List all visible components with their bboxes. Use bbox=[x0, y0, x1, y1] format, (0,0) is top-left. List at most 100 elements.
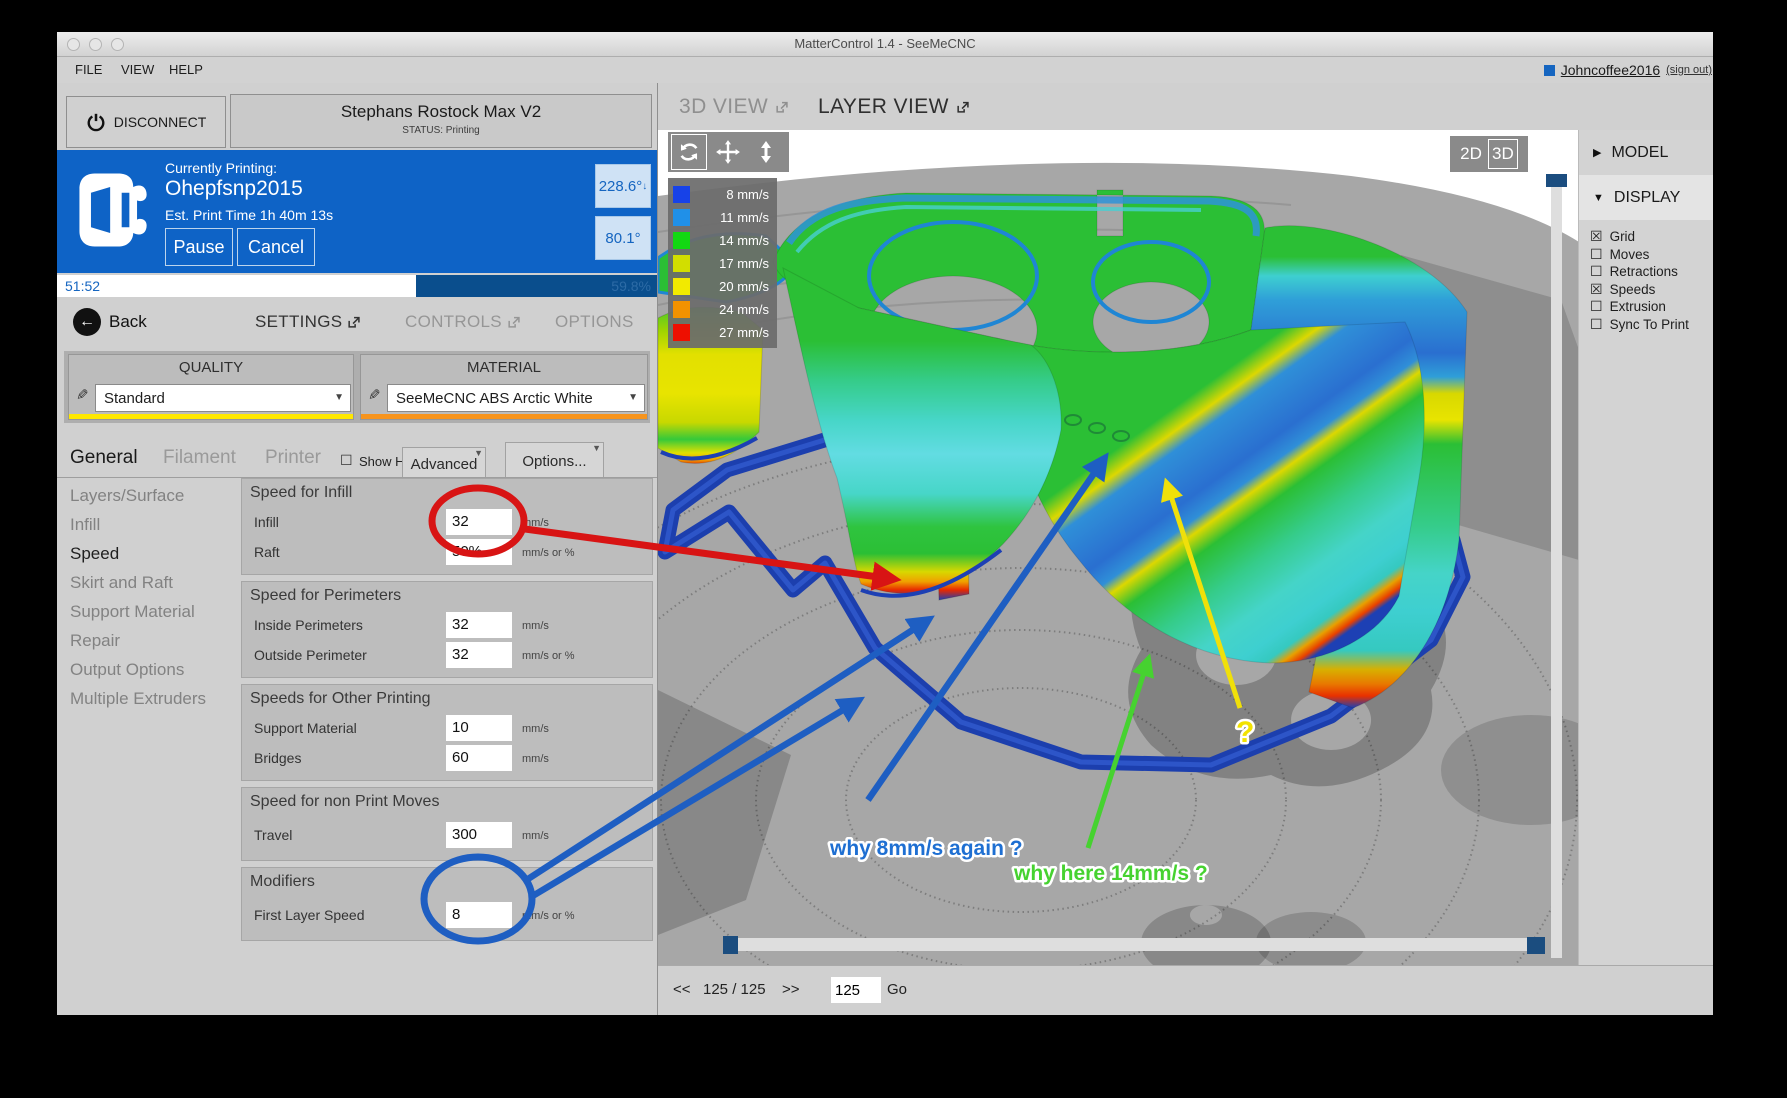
display-check-moves[interactable]: ☐Moves bbox=[1579, 246, 1713, 264]
pencil-icon[interactable]: ✎ bbox=[368, 386, 381, 404]
display-check-extrusion[interactable]: ☐Extrusion bbox=[1579, 298, 1713, 316]
section-title: Modifiers bbox=[250, 873, 652, 897]
3d-print-preview[interactable] bbox=[658, 130, 1579, 965]
setting-label: Travel bbox=[254, 827, 292, 843]
sidebar-item-speed[interactable]: Speed bbox=[57, 539, 239, 568]
legend-speed-label: 20 mm/s bbox=[697, 279, 777, 294]
material-label: MATERIAL bbox=[361, 359, 647, 376]
sidebar-item-layers-surface[interactable]: Layers/Surface bbox=[57, 481, 239, 510]
layer-slider-vertical[interactable] bbox=[1551, 175, 1562, 958]
external-link-icon bbox=[507, 316, 520, 329]
bed-temperature[interactable]: 80.1° bbox=[595, 216, 651, 260]
tab-general[interactable]: General bbox=[70, 447, 138, 469]
model-section-label: MODEL bbox=[1611, 144, 1668, 162]
rotate-tool-button[interactable] bbox=[671, 134, 707, 170]
quality-dropdown[interactable]: Standard ▼ bbox=[95, 384, 351, 412]
pencil-icon[interactable]: ✎ bbox=[76, 386, 89, 404]
display-section-toggle[interactable]: ▼ DISPLAY bbox=[1579, 175, 1713, 220]
account-name-link[interactable]: Johncoffee2016 bbox=[1561, 62, 1660, 78]
setting-input-support-material[interactable]: 10 bbox=[446, 715, 512, 741]
print-job-name: Ohepfsnp2015 bbox=[165, 177, 303, 201]
options-label: Options... bbox=[522, 453, 586, 470]
panel-nav-row: ← Back SETTINGS CONTROLS OPTIONS bbox=[57, 299, 657, 347]
layer-slider-right-handle[interactable] bbox=[1527, 937, 1545, 954]
sidebar-item-skirt-and-raft[interactable]: Skirt and Raft bbox=[57, 568, 239, 597]
tab-printer[interactable]: Printer bbox=[265, 447, 321, 469]
tab-controls[interactable]: CONTROLS bbox=[405, 312, 520, 332]
back-button[interactable]: ← bbox=[73, 308, 101, 336]
pause-button[interactable]: Pause bbox=[165, 228, 233, 266]
vertical-move-tool-button[interactable] bbox=[749, 135, 783, 169]
pan-icon bbox=[715, 139, 741, 165]
sign-out-link[interactable]: (sign out) bbox=[1666, 64, 1712, 76]
menu-file[interactable]: FILE bbox=[75, 62, 102, 77]
display-check-speeds[interactable]: ☒Speeds bbox=[1579, 281, 1713, 299]
setting-input-raft[interactable]: 50% bbox=[446, 539, 512, 565]
layer-number-input[interactable] bbox=[831, 977, 881, 1003]
setting-label: Raft bbox=[254, 544, 280, 560]
sidebar-item-infill[interactable]: Infill bbox=[57, 510, 239, 539]
app-window: MatterControl 1.4 - SeeMeCNC FILE VIEW H… bbox=[57, 32, 1713, 1015]
setting-input-first-layer-speed[interactable]: 8 bbox=[446, 902, 512, 928]
external-link-icon bbox=[956, 101, 969, 114]
up-down-arrow-icon bbox=[754, 140, 778, 164]
setting-input-infill[interactable]: 32 bbox=[446, 509, 512, 535]
sidebar-item-multiple-extruders[interactable]: Multiple Extruders bbox=[57, 684, 239, 713]
legend-row: 24 mm/s bbox=[673, 298, 777, 321]
material-dropdown[interactable]: SeeMeCNC ABS Arctic White ▼ bbox=[387, 384, 645, 412]
legend-speed-label: 8 mm/s bbox=[697, 187, 777, 202]
external-link-icon bbox=[775, 101, 788, 114]
menu-view[interactable]: VIEW bbox=[121, 62, 154, 77]
3d-mode-button[interactable]: 3D bbox=[1488, 139, 1518, 169]
tab-options[interactable]: OPTIONS bbox=[555, 312, 634, 332]
2d-mode-button[interactable]: 2D bbox=[1460, 144, 1482, 164]
cancel-button[interactable]: Cancel bbox=[237, 228, 315, 266]
controls-label: CONTROLS bbox=[405, 312, 502, 332]
menu-help[interactable]: HELP bbox=[169, 62, 203, 77]
sidebar-item-support-material[interactable]: Support Material bbox=[57, 597, 239, 626]
setting-input-travel[interactable]: 300 bbox=[446, 822, 512, 848]
currently-printing-label: Currently Printing: bbox=[165, 160, 277, 176]
setting-input-inside-perimeters[interactable]: 32 bbox=[446, 612, 512, 638]
layer-slider-vertical-handle[interactable] bbox=[1546, 174, 1567, 187]
tab-3d-view[interactable]: 3D VIEW bbox=[679, 95, 788, 119]
chevron-down-icon: ▼ bbox=[1593, 192, 1604, 204]
display-check-grid[interactable]: ☒Grid bbox=[1579, 228, 1713, 246]
back-label[interactable]: Back bbox=[109, 312, 147, 332]
setting-unit: mm/s bbox=[522, 830, 549, 842]
tab-layer-view[interactable]: LAYER VIEW bbox=[818, 95, 969, 119]
settings-section-speeds-for-other-printing: Speeds for Other PrintingSupport Materia… bbox=[241, 684, 653, 781]
setting-input-bridges[interactable]: 60 bbox=[446, 745, 512, 771]
setting-input-outside-perimeter[interactable]: 32 bbox=[446, 642, 512, 668]
layer-slider-left-handle[interactable] bbox=[723, 936, 738, 954]
display-check-sync-to-print[interactable]: ☐Sync To Print bbox=[1579, 316, 1713, 334]
setting-label: Infill bbox=[254, 514, 279, 530]
hotend-temperature[interactable]: 228.6°↓ bbox=[595, 164, 651, 208]
setting-unit: mm/s or % bbox=[522, 650, 575, 662]
setting-row-bridges: Bridges60mm/s bbox=[242, 744, 652, 774]
printer-name: Stephans Rostock Max V2 bbox=[231, 102, 651, 122]
model-section-toggle[interactable]: ▶ MODEL bbox=[1579, 130, 1713, 175]
tab-filament[interactable]: Filament bbox=[163, 447, 236, 469]
next-layer-button[interactable]: >> bbox=[782, 981, 800, 998]
pan-tool-button[interactable] bbox=[711, 135, 745, 169]
printer-name-box[interactable]: Stephans Rostock Max V2 STATUS: Printing bbox=[230, 94, 652, 148]
3d-view-label: 3D VIEW bbox=[679, 95, 768, 119]
checkbox-unchecked-icon: ☐ bbox=[1590, 246, 1603, 263]
go-button[interactable]: Go bbox=[887, 981, 907, 998]
options-button[interactable]: Options... ▼ bbox=[505, 442, 604, 481]
advanced-button[interactable]: Advanced ▼ bbox=[402, 447, 486, 481]
sidebar-item-repair[interactable]: Repair bbox=[57, 626, 239, 655]
setting-unit: mm/s or % bbox=[522, 910, 575, 922]
layer-slider-horizontal[interactable] bbox=[737, 938, 1545, 951]
tab-settings[interactable]: SETTINGS bbox=[255, 312, 360, 332]
sidebar-item-output-options[interactable]: Output Options bbox=[57, 655, 239, 684]
setting-unit: mm/s bbox=[522, 753, 549, 765]
view-toolbar bbox=[668, 132, 789, 172]
view-tabs-header: 3D VIEW LAYER VIEW bbox=[658, 83, 1713, 130]
show-help-checkbox[interactable]: ☐ bbox=[340, 452, 353, 469]
disconnect-button[interactable]: DISCONNECT bbox=[66, 96, 226, 148]
display-check-retractions[interactable]: ☐Retractions bbox=[1579, 263, 1713, 281]
preset-strip: QUALITY ✎ Standard ▼ MATERIAL ✎ SeeMeCNC… bbox=[64, 351, 650, 423]
previous-layer-button[interactable]: << bbox=[673, 981, 691, 998]
